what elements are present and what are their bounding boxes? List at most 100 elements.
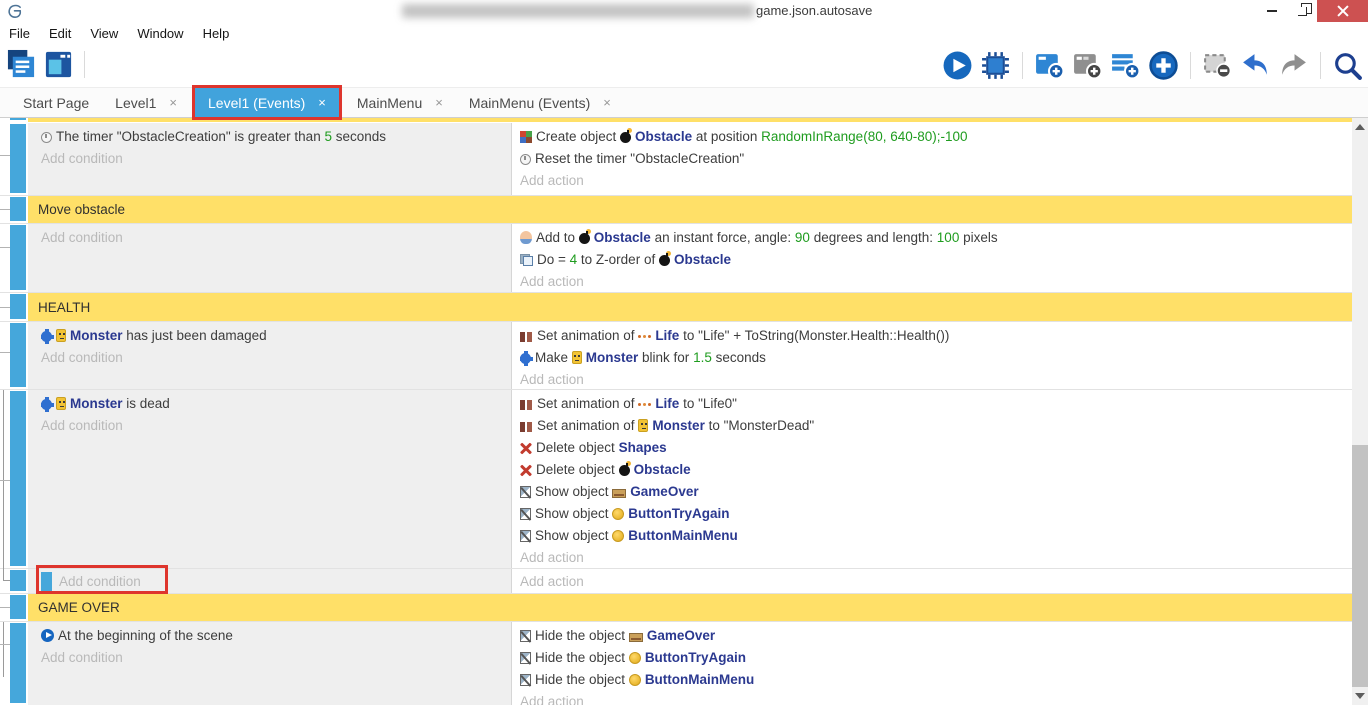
menu-edit[interactable]: Edit bbox=[49, 26, 71, 41]
tab-level1-events[interactable]: Level1 (Events) × bbox=[195, 88, 339, 117]
group-header[interactable]: Move obstacle bbox=[28, 196, 1352, 223]
actions-cell[interactable]: Create object Obstacle at position Rando… bbox=[512, 123, 1352, 195]
event-select-bar[interactable] bbox=[10, 391, 26, 566]
add-action-link[interactable]: Add action bbox=[520, 170, 1346, 192]
add-condition-link[interactable]: Add condition bbox=[41, 148, 505, 170]
redo-icon[interactable] bbox=[1278, 50, 1309, 81]
add-action-link[interactable]: Add action bbox=[520, 271, 1346, 293]
tab-level1[interactable]: Level1 × bbox=[102, 88, 190, 117]
menu-bar: File Edit View Window Help bbox=[0, 22, 1368, 44]
tab-close-icon[interactable]: × bbox=[318, 95, 326, 110]
menu-file[interactable]: File bbox=[9, 26, 30, 41]
add-action-link[interactable]: Add action bbox=[520, 691, 1346, 705]
group-header[interactable]: HEALTH bbox=[28, 293, 1352, 321]
condition-line[interactable]: Monster is dead bbox=[41, 393, 505, 415]
action-line[interactable]: Hide the object ButtonTryAgain bbox=[520, 647, 1346, 669]
event-select-bar[interactable] bbox=[10, 595, 26, 619]
event-select-bar[interactable] bbox=[10, 225, 26, 290]
action-line[interactable]: Do = 4 to Z-order of Obstacle bbox=[520, 249, 1346, 271]
add-condition-link[interactable]: Add condition bbox=[41, 227, 505, 249]
tab-label: MainMenu bbox=[357, 95, 422, 111]
action-line[interactable]: Reset the timer "ObstacleCreation" bbox=[520, 148, 1346, 170]
action-line[interactable]: Hide the object GameOver bbox=[520, 625, 1346, 647]
preview-play-icon[interactable] bbox=[942, 50, 973, 81]
action-line[interactable]: Hide the object ButtonMainMenu bbox=[520, 669, 1346, 691]
project-manager-icon[interactable] bbox=[6, 49, 37, 80]
group-header[interactable]: GAME OVER bbox=[28, 594, 1352, 621]
action-line[interactable]: Delete object Obstacle bbox=[520, 459, 1346, 481]
remove-event-icon[interactable] bbox=[1202, 50, 1233, 81]
actions-cell[interactable]: Hide the object GameOver Hide the object… bbox=[512, 622, 1352, 705]
search-icon[interactable] bbox=[1332, 50, 1363, 81]
tab-mainmenu-events[interactable]: MainMenu (Events) × bbox=[456, 88, 624, 117]
restore-button[interactable] bbox=[1287, 0, 1317, 22]
event-select-bar[interactable] bbox=[10, 323, 26, 387]
add-comment-icon[interactable] bbox=[1110, 50, 1141, 81]
visibility-icon bbox=[520, 508, 531, 520]
action-line[interactable]: Delete object Shapes bbox=[520, 437, 1346, 459]
add-sub-event-icon[interactable] bbox=[1072, 50, 1103, 81]
minimize-button[interactable] bbox=[1257, 0, 1287, 22]
add-condition-link[interactable]: Add condition bbox=[41, 347, 505, 369]
scrollbar-thumb[interactable] bbox=[1352, 445, 1368, 687]
add-condition-link[interactable]: Add condition bbox=[41, 647, 505, 669]
scroll-down-icon[interactable] bbox=[1355, 693, 1365, 699]
action-line[interactable]: Add to Obstacle an instant force, angle:… bbox=[520, 227, 1346, 249]
add-condition-link[interactable]: Add condition bbox=[59, 574, 141, 589]
menu-window[interactable]: Window bbox=[137, 26, 183, 41]
undo-icon[interactable] bbox=[1240, 50, 1271, 81]
actions-cell[interactable]: Add to Obstacle an instant force, angle:… bbox=[512, 224, 1352, 292]
add-event-icon[interactable] bbox=[1034, 50, 1065, 81]
condition-line[interactable]: The timer "ObstacleCreation" is greater … bbox=[41, 126, 505, 148]
scroll-up-icon[interactable] bbox=[1355, 124, 1365, 130]
conditions-cell[interactable]: The timer "ObstacleCreation" is greater … bbox=[28, 123, 512, 195]
menu-help[interactable]: Help bbox=[203, 26, 230, 41]
close-button[interactable] bbox=[1317, 0, 1368, 22]
animation-icon bbox=[520, 422, 525, 432]
event-select-bar[interactable] bbox=[10, 197, 26, 221]
menu-view[interactable]: View bbox=[90, 26, 118, 41]
tab-close-icon[interactable]: × bbox=[603, 95, 611, 110]
add-condition-link[interactable]: Add condition bbox=[41, 415, 505, 437]
conditions-cell[interactable]: Monster is dead Add condition bbox=[28, 390, 512, 568]
actions-cell[interactable]: Set animation of Life to "Life0" Set ani… bbox=[512, 390, 1352, 568]
action-line[interactable]: Make Monster blink for 1.5 seconds bbox=[520, 347, 1346, 369]
animation-icon bbox=[520, 332, 525, 342]
add-action-link[interactable]: Add action bbox=[520, 547, 1346, 569]
add-action-link[interactable]: Add action bbox=[520, 571, 1346, 593]
actions-cell[interactable]: Add action bbox=[512, 569, 1352, 593]
conditions-cell[interactable]: Monster has just been damaged Add condit… bbox=[28, 322, 512, 389]
gameover-object-icon bbox=[629, 633, 643, 642]
debug-icon[interactable] bbox=[980, 50, 1011, 81]
event-select-bar[interactable] bbox=[10, 570, 26, 591]
scene-editor-icon[interactable] bbox=[43, 49, 74, 80]
tab-close-icon[interactable]: × bbox=[435, 95, 443, 110]
condition-line[interactable]: Add condition bbox=[41, 571, 505, 593]
add-action-link[interactable]: Add action bbox=[520, 369, 1346, 391]
tab-mainmenu[interactable]: MainMenu × bbox=[344, 88, 456, 117]
visibility-icon bbox=[520, 530, 531, 542]
condition-line[interactable]: At the beginning of the scene bbox=[41, 625, 505, 647]
action-line[interactable]: Set animation of Life to "Life0" bbox=[520, 393, 1346, 415]
vertical-scrollbar[interactable] bbox=[1352, 118, 1368, 705]
tab-start-page[interactable]: Start Page bbox=[10, 88, 102, 117]
event-select-bar[interactable] bbox=[10, 124, 26, 193]
add-element-icon[interactable] bbox=[1148, 50, 1179, 81]
tab-close-icon[interactable]: × bbox=[169, 95, 177, 110]
action-line[interactable]: Show object ButtonTryAgain bbox=[520, 503, 1346, 525]
event-select-bar[interactable] bbox=[10, 294, 26, 319]
action-line[interactable]: Set animation of Monster to "MonsterDead… bbox=[520, 415, 1346, 437]
condition-line[interactable]: Monster has just been damaged bbox=[41, 325, 505, 347]
delete-icon bbox=[520, 442, 532, 454]
action-line[interactable]: Set animation of Life to "Life" + ToStri… bbox=[520, 325, 1346, 347]
event-select-bar[interactable] bbox=[10, 623, 26, 703]
obstacle-object-icon bbox=[619, 465, 630, 476]
action-line[interactable]: Show object ButtonMainMenu bbox=[520, 525, 1346, 547]
actions-cell[interactable]: Set animation of Life to "Life" + ToStri… bbox=[512, 322, 1352, 389]
conditions-cell[interactable]: Add condition bbox=[28, 224, 512, 292]
action-line[interactable]: Show object GameOver bbox=[520, 481, 1346, 503]
event-row: The timer "ObstacleCreation" is greater … bbox=[0, 123, 1352, 196]
action-line[interactable]: Create object Obstacle at position Rando… bbox=[520, 126, 1346, 148]
conditions-cell[interactable]: At the beginning of the scene Add condit… bbox=[28, 622, 512, 705]
conditions-cell[interactable]: Add condition bbox=[28, 569, 512, 593]
